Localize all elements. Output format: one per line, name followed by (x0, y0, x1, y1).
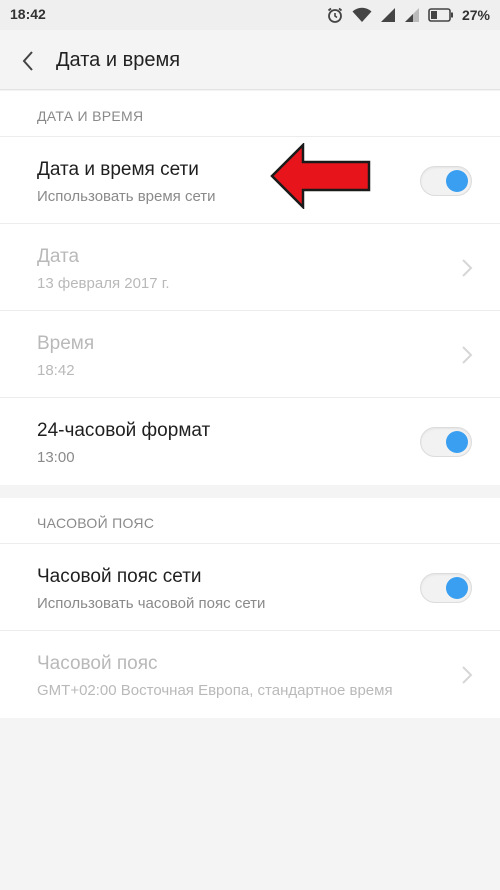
red-arrow-icon (270, 143, 371, 209)
signal-icon (380, 8, 395, 22)
back-button[interactable] (10, 43, 46, 79)
status-time: 18:42 (10, 6, 46, 22)
status-icons: 27% (326, 5, 490, 25)
row-title: Время (37, 333, 95, 354)
app-bar: Дата и время (0, 30, 500, 90)
row-date[interactable]: Дата 13 февраля 2017 г. (0, 224, 500, 311)
wifi-icon (352, 7, 372, 22)
signal-icon (404, 8, 419, 22)
chevron-right-icon (462, 346, 473, 364)
toggle-knob (446, 577, 468, 599)
section-date-time: ДАТА И ВРЕМЯ Дата и время сети Использов… (0, 91, 500, 485)
row-title: Дата (37, 246, 80, 267)
row-time[interactable]: Время 18:42 (0, 311, 500, 398)
battery-percent: 27% (461, 7, 490, 23)
toggle-knob (446, 431, 468, 453)
24-hour-toggle[interactable] (420, 427, 472, 457)
battery-icon (428, 8, 453, 22)
row-network-date-time[interactable]: Дата и время сети Использовать время сет… (0, 137, 500, 224)
status-bar: 18:42 27% (0, 0, 500, 30)
row-subtitle: 13 февраля 2017 г. (37, 275, 170, 292)
chevron-left-icon (22, 51, 33, 71)
network-time-toggle[interactable] (420, 166, 472, 196)
section-header: ДАТА И ВРЕМЯ (0, 91, 500, 137)
row-subtitle: GMT+02:00 Восточная Европа, стандартное … (37, 682, 393, 699)
row-network-time-zone[interactable]: Часовой пояс сети Использовать часовой п… (0, 544, 500, 631)
row-subtitle: 18:42 (37, 362, 75, 379)
row-time-zone[interactable]: Часовой пояс GMT+02:00 Восточная Европа,… (0, 631, 500, 718)
page-title: Дата и время (56, 49, 181, 71)
section-header: ЧАСОВОЙ ПОЯС (0, 498, 500, 544)
alarm-icon (327, 7, 343, 23)
row-24-hour-format[interactable]: 24-часовой формат 13:00 (0, 398, 500, 485)
network-time-zone-toggle[interactable] (420, 573, 472, 603)
chevron-right-icon (462, 666, 473, 684)
row-title: Часовой пояс (37, 653, 158, 674)
toggle-knob (446, 170, 468, 192)
chevron-right-icon (462, 259, 473, 277)
section-time-zone: ЧАСОВОЙ ПОЯС Часовой пояс сети Использов… (0, 498, 500, 718)
